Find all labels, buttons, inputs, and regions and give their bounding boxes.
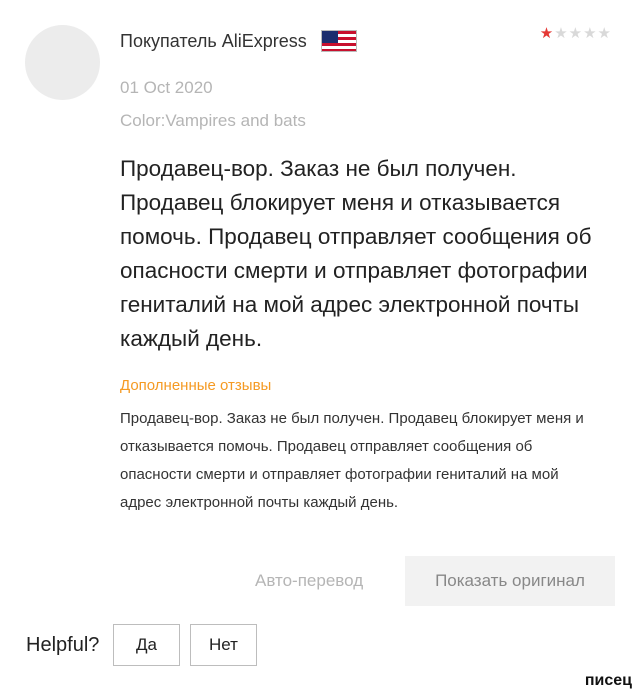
watermark: писец: [584, 672, 632, 689]
helpful-label: Helpful?: [26, 634, 100, 656]
show-original-button[interactable]: Показать оригинал: [405, 556, 615, 606]
star-empty-icon: ★: [597, 25, 612, 42]
review-text: Продавец-вор. Заказ не был получен. Прод…: [120, 156, 592, 351]
auto-translate-button[interactable]: Авто-перевод: [245, 556, 373, 606]
review-date: 01 Oct 2020: [120, 78, 213, 97]
avatar: [25, 25, 100, 100]
star-filled-icon: ★: [539, 25, 555, 42]
helpful-yes-button[interactable]: Да: [113, 624, 180, 666]
reviewer-name: Покупатель AliExpress: [120, 30, 307, 51]
additional-review-text: Продавец-вор. Заказ не был получен. Прод…: [120, 410, 584, 511]
auto-translate-label: Авто-перевод: [255, 571, 364, 590]
additional-review-title: Дополненные отзывы: [120, 377, 272, 394]
color-option: Color:Vampires and bats: [120, 111, 306, 130]
star-empty-icon: ★: [554, 25, 569, 42]
star-empty-icon: ★: [583, 25, 598, 42]
star-rating: ★★★★★: [540, 24, 612, 42]
us-flag-icon: [320, 30, 357, 52]
star-empty-icon: ★: [568, 25, 584, 42]
helpful-no-button[interactable]: Нет: [190, 624, 257, 666]
reviewer-header: Покупатель AliExpress: [120, 30, 357, 52]
